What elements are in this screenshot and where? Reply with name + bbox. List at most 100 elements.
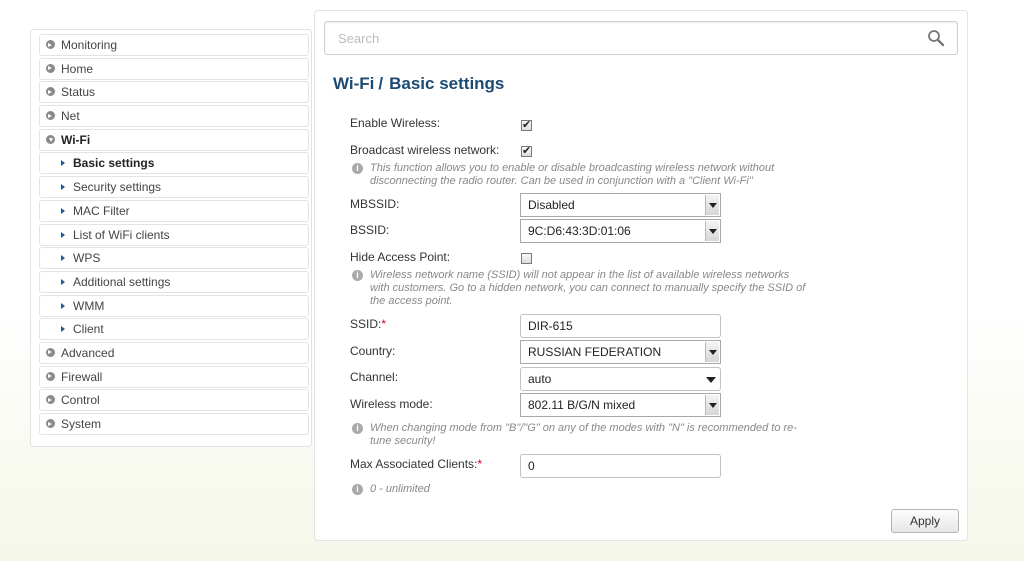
mbssid-select[interactable]: Disabled: [520, 193, 721, 217]
main-panel: Wi-Fi/Basic settings Enable Wireless: ✔ …: [314, 10, 968, 541]
select-value: 9C:D6:43:3D:01:06: [528, 224, 631, 238]
dropdown-arrow-icon[interactable]: [705, 342, 719, 362]
sidebar-menu: Monitoring Home Status Net Wi-Fi Basic s…: [30, 29, 312, 447]
hint-text: the access point.: [370, 295, 453, 307]
sidebar-item-system[interactable]: System: [39, 413, 309, 435]
sidebar-item-firewall[interactable]: Firewall: [39, 365, 309, 388]
enable-wireless-checkbox[interactable]: ✔: [521, 119, 532, 131]
mbssid-label: MBSSID:: [350, 197, 400, 211]
sidebar-item-label: System: [61, 417, 102, 431]
sidebar-item-status[interactable]: Status: [39, 81, 309, 104]
broadcast-label: Broadcast wireless network:: [350, 143, 500, 157]
sidebar-item-label: Firewall: [61, 369, 103, 384]
sidebar-subitem-additional-settings[interactable]: Additional settings: [39, 270, 309, 293]
chevron-right-icon: [46, 63, 55, 73]
arrow-right-icon: [61, 326, 65, 333]
wireless-mode-label: Wireless mode:: [350, 397, 433, 411]
sidebar-item-label: Additional settings: [73, 274, 171, 289]
sidebar-item-label: Status: [61, 85, 96, 100]
sidebar-item-label: Security settings: [73, 180, 162, 195]
arrow-right-icon: [61, 207, 65, 214]
checkmark-icon: ✔: [522, 145, 532, 157]
search-icon[interactable]: [927, 29, 945, 47]
bssid-label: BSSID:: [350, 223, 390, 237]
select-value: auto: [528, 372, 552, 386]
sidebar-item-monitoring[interactable]: Monitoring: [39, 34, 309, 56]
sidebar-subitem-wps[interactable]: WPS: [39, 247, 309, 270]
arrow-right-icon: [61, 278, 65, 285]
search-input[interactable]: [325, 22, 905, 54]
checkmark-icon: ✔: [522, 119, 532, 131]
sidebar-item-label: Basic settings: [73, 156, 155, 171]
sidebar-item-home[interactable]: Home: [39, 57, 309, 80]
info-icon: i: [352, 163, 363, 174]
sidebar-subitem-wmm[interactable]: WMM: [39, 294, 309, 317]
sidebar-item-label: List of WiFi clients: [73, 227, 170, 242]
channel-select[interactable]: auto: [520, 367, 721, 391]
hint-text: 0 - unlimited: [370, 483, 430, 495]
chevron-right-icon: [46, 371, 55, 381]
sidebar-subitem-security-settings[interactable]: Security settings: [39, 176, 309, 199]
info-icon: i: [352, 423, 363, 434]
hint-text: Wireless network name (SSID) will not ap…: [370, 269, 790, 281]
sidebar-subitem-mac-filter[interactable]: MAC Filter: [39, 199, 309, 222]
dropdown-arrow-icon[interactable]: [705, 195, 719, 215]
chevron-right-icon: [46, 40, 55, 49]
max-clients-label: Max Associated Clients:*: [350, 457, 482, 471]
chevron-down-icon: [46, 134, 55, 144]
chevron-right-icon: [46, 87, 55, 97]
hint-text: When changing mode from "B"/"G" on any o…: [370, 422, 797, 434]
sidebar-subitem-wifi-clients[interactable]: List of WiFi clients: [39, 223, 309, 246]
sidebar-subitem-basic-settings[interactable]: Basic settings: [39, 152, 309, 175]
max-clients-label-text: Max Associated Clients:: [350, 457, 478, 471]
country-label: Country:: [350, 344, 396, 358]
sidebar-item-net[interactable]: Net: [39, 105, 309, 128]
required-marker: *: [381, 317, 387, 331]
apply-button[interactable]: Apply: [891, 509, 959, 533]
sidebar-subitem-client[interactable]: Client: [39, 318, 309, 341]
dropdown-arrow-icon[interactable]: [705, 221, 719, 241]
info-icon: i: [352, 484, 363, 495]
sidebar-item-control[interactable]: Control: [39, 389, 309, 412]
page-title-name: Basic settings: [389, 74, 505, 93]
arrow-right-icon: [61, 231, 65, 238]
hint-text: tune security!: [370, 435, 436, 447]
page-title-separator: /: [378, 74, 384, 93]
sidebar-item-label: Control: [61, 393, 100, 408]
sidebar-item-label: Net: [61, 109, 80, 124]
sidebar-item-label: MAC Filter: [73, 203, 130, 218]
arrow-right-icon: [61, 255, 65, 262]
dropdown-arrow-icon[interactable]: [705, 395, 719, 415]
max-clients-input[interactable]: [520, 454, 721, 478]
sidebar-item-advanced[interactable]: Advanced: [39, 341, 309, 364]
chevron-right-icon: [46, 395, 55, 405]
chevron-right-icon: [46, 111, 55, 121]
hide-ap-checkbox[interactable]: [521, 253, 532, 264]
sidebar-item-label: WMM: [73, 298, 105, 313]
page-title-section: Wi-Fi: [333, 74, 375, 93]
sidebar-item-wifi[interactable]: Wi-Fi: [39, 128, 309, 151]
wireless-mode-select[interactable]: 802.11 B/G/N mixed: [520, 393, 721, 417]
sidebar-item-label: WPS: [73, 251, 101, 266]
broadcast-checkbox[interactable]: ✔: [521, 145, 532, 157]
search-box: [324, 21, 958, 55]
hint-text: with customers. Go to a hidden network, …: [370, 282, 806, 294]
sidebar-item-label: Advanced: [61, 345, 115, 360]
arrow-right-icon: [61, 184, 65, 191]
required-marker: *: [477, 457, 483, 471]
chevron-right-icon: [46, 419, 55, 428]
sidebar-item-label: Monitoring: [61, 38, 118, 52]
ssid-input[interactable]: [520, 314, 721, 338]
select-value: Disabled: [528, 198, 575, 212]
hide-ap-label: Hide Access Point:: [350, 250, 451, 264]
channel-label: Channel:: [350, 370, 399, 384]
select-value: 802.11 B/G/N mixed: [528, 398, 636, 412]
hint-text: This function allows you to enable or di…: [370, 162, 775, 174]
page-title: Wi-Fi / Basic settings: [333, 74, 504, 94]
ssid-label-text: SSID:: [350, 317, 382, 331]
bssid-select[interactable]: 9C:D6:43:3D:01:06: [520, 219, 721, 243]
ssid-label: SSID:*: [350, 317, 386, 331]
sidebar-item-label: Client: [73, 322, 104, 337]
dropdown-arrow-icon[interactable]: [703, 369, 719, 389]
country-select[interactable]: RUSSIAN FEDERATION: [520, 340, 721, 364]
